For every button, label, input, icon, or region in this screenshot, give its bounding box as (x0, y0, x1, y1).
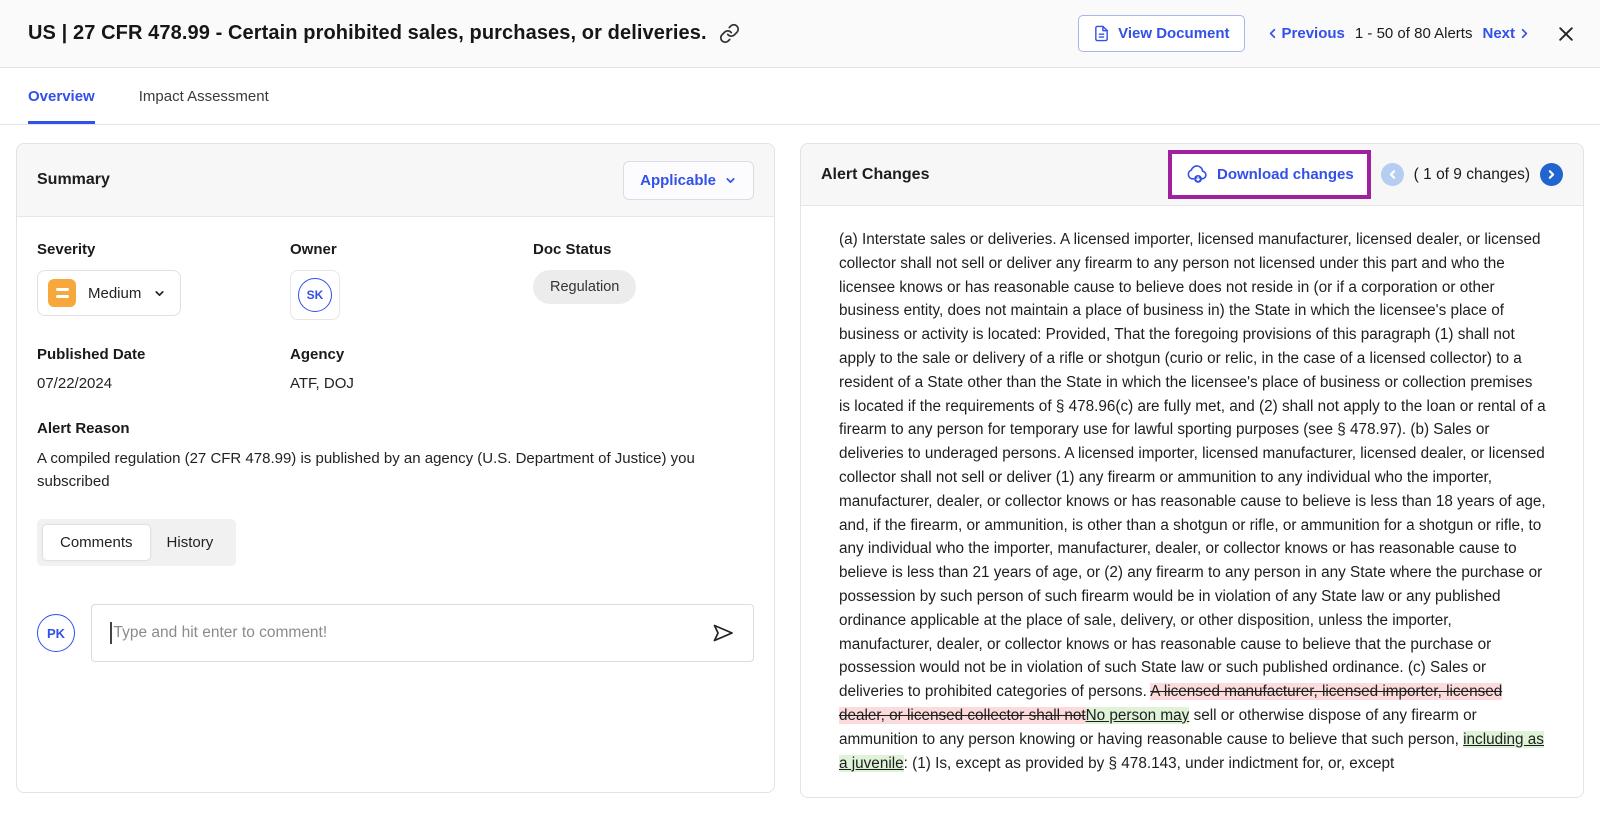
agency-label: Agency (290, 346, 533, 363)
severity-value: Medium (88, 285, 141, 302)
chevron-left-icon (1265, 26, 1280, 41)
alert-reason-text: A compiled regulation (27 CFR 478.99) is… (37, 447, 754, 493)
comment-row: PK Type and hit enter to comment! (37, 604, 754, 662)
page-title: US | 27 CFR 478.99 - Certain prohibited … (28, 22, 707, 45)
previous-change-icon[interactable] (1381, 163, 1404, 186)
severity-dropdown[interactable]: Medium (37, 270, 181, 316)
document-icon (1093, 25, 1110, 42)
comment-input[interactable]: Type and hit enter to comment! (91, 604, 754, 662)
alert-reason-field: Alert Reason A compiled regulation (27 C… (37, 420, 754, 493)
tab-comments[interactable]: Comments (43, 525, 150, 560)
alert-header: US | 27 CFR 478.99 - Certain prohibited … (0, 0, 1600, 68)
owner-selector[interactable]: SK (290, 270, 340, 320)
alert-changes-card: Alert Changes Download changes ( 1 of 9 … (800, 143, 1584, 798)
owner-field: Owner SK (290, 241, 533, 320)
owner-avatar: SK (298, 278, 332, 312)
view-document-label: View Document (1118, 25, 1229, 42)
tab-impact-assessment[interactable]: Impact Assessment (139, 68, 269, 124)
cloud-download-icon (1185, 163, 1208, 186)
close-icon[interactable] (1556, 24, 1576, 44)
doc-status-badge: Regulation (533, 270, 636, 304)
text-caret (110, 622, 112, 644)
tabs-bar: Overview Impact Assessment (0, 68, 1600, 125)
summary-title: Summary (37, 171, 110, 189)
download-changes-label: Download changes (1217, 166, 1354, 183)
next-button[interactable]: Next (1482, 25, 1532, 42)
doc-status-field: Doc Status Regulation (533, 241, 754, 320)
chevron-right-icon (1517, 26, 1532, 41)
changes-pager-label: ( 1 of 9 changes) (1414, 166, 1530, 184)
alerts-pager: Previous 1 - 50 of 80 Alerts Next (1265, 25, 1532, 42)
copy-link-icon[interactable] (719, 23, 740, 44)
tab-history[interactable]: History (150, 525, 231, 560)
summary-card-header: Summary Applicable (17, 144, 774, 217)
download-changes-button[interactable]: Download changes (1185, 163, 1354, 186)
next-change-icon[interactable] (1540, 163, 1563, 186)
annotation-highlight-box: Download changes (1168, 150, 1371, 199)
alert-changes-header: Alert Changes Download changes ( 1 of 9 … (801, 144, 1583, 206)
published-date-label: Published Date (37, 346, 290, 363)
doc-status-label: Doc Status (533, 241, 754, 258)
comments-history-switch: Comments History (37, 519, 236, 566)
chevron-down-icon (153, 287, 166, 300)
user-avatar: PK (37, 614, 75, 652)
main-content: Summary Applicable Severity Medium Owner (0, 125, 1600, 798)
changes-text: (a) Interstate sales or deliveries. A li… (801, 206, 1583, 775)
header-actions: View Document Previous 1 - 50 of 80 Aler… (1078, 15, 1576, 52)
alerts-count: 1 - 50 of 80 Alerts (1355, 25, 1473, 42)
agency-value: ATF, DOJ (290, 375, 533, 392)
applicable-dropdown[interactable]: Applicable (623, 161, 754, 200)
previous-button[interactable]: Previous (1265, 25, 1345, 42)
summary-card-body: Severity Medium Owner SK Doc Status Regu (17, 217, 774, 686)
view-document-button[interactable]: View Document (1078, 15, 1244, 52)
severity-label: Severity (37, 241, 290, 258)
agency-field: Agency ATF, DOJ (290, 346, 533, 392)
published-date-field: Published Date 07/22/2024 (37, 346, 290, 392)
alert-changes-title: Alert Changes (821, 166, 929, 184)
tab-overview[interactable]: Overview (28, 68, 95, 124)
send-icon[interactable] (711, 621, 735, 645)
severity-field: Severity Medium (37, 241, 290, 320)
summary-card: Summary Applicable Severity Medium Owner (16, 143, 775, 793)
alert-reason-label: Alert Reason (37, 420, 754, 437)
chevron-down-icon (724, 174, 737, 187)
owner-label: Owner (290, 241, 533, 258)
comment-placeholder: Type and hit enter to comment! (114, 624, 328, 642)
published-date-value: 07/22/2024 (37, 375, 290, 392)
severity-medium-icon (48, 279, 76, 307)
